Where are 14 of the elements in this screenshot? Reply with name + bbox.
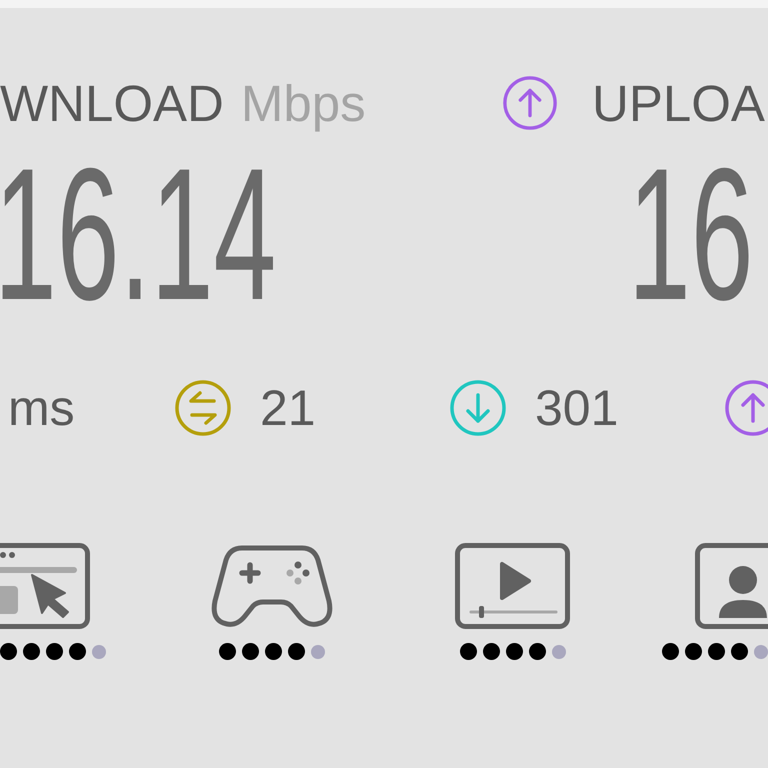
latency-value: 21 xyxy=(260,383,316,433)
video-player-icon xyxy=(455,543,570,629)
arrow-up-circle-icon xyxy=(502,75,558,131)
opposing-arrows-circle-icon xyxy=(174,379,232,437)
gamepad-icon xyxy=(210,543,334,629)
arrow-down-circle-icon xyxy=(449,379,507,437)
upload-label: UPLOA xyxy=(592,78,765,128)
upload-speed: 16 xyxy=(628,164,754,305)
download-label: WNLOAD xyxy=(0,78,224,128)
person-card-icon xyxy=(695,543,768,629)
ping-unit: ms xyxy=(8,383,75,433)
latency-value: 301 xyxy=(535,383,618,433)
download-speed: 16.14 xyxy=(0,164,276,305)
browser-cursor-icon xyxy=(0,543,90,629)
